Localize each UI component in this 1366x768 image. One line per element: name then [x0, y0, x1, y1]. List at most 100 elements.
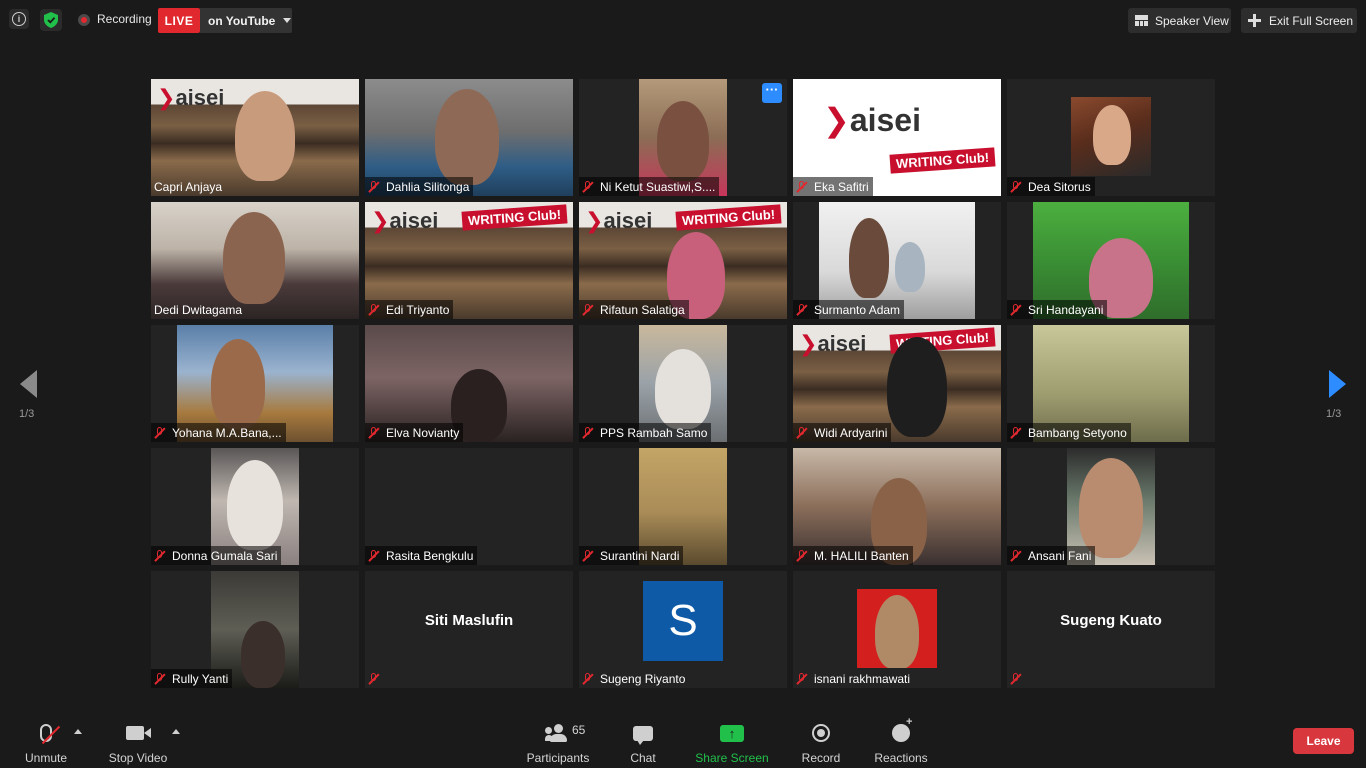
participant-name: PPS Rambah Samo	[600, 425, 708, 440]
gallery-grid: ❯aisei Capri Anjaya Dahlia Silitonga ···…	[151, 79, 1215, 688]
participant-tile[interactable]: ❯aisei WRITING Club! Edi Triyanto	[365, 202, 573, 319]
muted-mic-icon	[1010, 426, 1022, 439]
participant-tile-active-speaker[interactable]: Dedi Dwitagama	[151, 202, 359, 319]
security-button[interactable]	[40, 9, 62, 31]
participant-name-bar: Dedi Dwitagama	[151, 300, 246, 319]
video-options-caret-icon[interactable]	[172, 729, 180, 734]
participant-tile-no-video[interactable]: Sugeng Kuato	[1007, 571, 1215, 688]
speaker-view-button[interactable]: Speaker View	[1128, 8, 1231, 33]
participant-name: Donna Gumala Sari	[172, 548, 278, 563]
reactions-smiley-icon	[892, 716, 912, 745]
muted-mic-icon	[796, 426, 808, 439]
muted-mic-icon	[368, 303, 380, 316]
participant-tile[interactable]: M. HALILI Banten	[793, 448, 1001, 565]
participant-name-bar: Rully Yanti	[151, 669, 233, 688]
record-icon	[812, 721, 830, 745]
previous-page-arrow-icon[interactable]	[20, 370, 37, 398]
participant-name: isnani rakhmawati	[814, 671, 911, 686]
participant-tile[interactable]: Ansani Fani	[1007, 448, 1215, 565]
muted-mic-icon	[796, 303, 808, 316]
next-page-arrow-icon[interactable]	[1329, 370, 1346, 398]
participant-tile[interactable]: ❯aisei WRITING Club! Eka Safitri	[793, 79, 1001, 196]
unmute-label: Unmute	[24, 751, 68, 765]
participants-icon	[545, 721, 571, 745]
exit-full-screen-button[interactable]: Exit Full Screen	[1241, 8, 1357, 33]
participant-name: Surmanto Adam	[814, 302, 901, 317]
participant-name-bar: PPS Rambah Samo	[579, 423, 712, 442]
share-screen-icon: ↑	[720, 721, 744, 745]
participant-tile[interactable]: Donna Gumala Sari	[151, 448, 359, 565]
participant-name-bar: Yohana M.A.Bana,...	[151, 423, 286, 442]
participant-name: Rasita Bengkulu	[386, 548, 474, 563]
participant-name: Widi Ardyarini	[814, 425, 888, 440]
participant-name-bar: Donna Gumala Sari	[151, 546, 282, 565]
reactions-button[interactable]: Reactions	[870, 715, 932, 768]
participant-tile[interactable]: Yohana M.A.Bana,...	[151, 325, 359, 442]
participant-name-bar: Ni Ketut Suastiwi,S....	[579, 177, 720, 196]
live-stream-dropdown[interactable]: on YouTube	[200, 8, 292, 33]
aisei-logo: ❯aisei	[823, 102, 921, 138]
participant-name: Elva Novianty	[386, 425, 460, 440]
participant-name-bar: Sri Handayani	[1007, 300, 1108, 319]
live-platform-label: on YouTube	[208, 13, 276, 28]
participant-tile-no-video[interactable]: S Sugeng Riyanto	[579, 571, 787, 688]
record-button[interactable]: Record	[798, 715, 844, 768]
muted-mic-icon	[368, 549, 380, 562]
participant-name-bar: Bambang Setyono	[1007, 423, 1131, 442]
reactions-label: Reactions	[874, 751, 928, 765]
participant-tile[interactable]: Surantini Nardi	[579, 448, 787, 565]
meeting-info-button[interactable]: i	[9, 9, 29, 29]
participant-name-bar: M. HALILI Banten	[793, 546, 913, 565]
participants-label: Participants	[526, 751, 590, 765]
share-screen-button[interactable]: ↑ Share Screen	[694, 715, 770, 768]
unmute-button[interactable]: Unmute	[20, 715, 72, 768]
speaker-view-label: Speaker View	[1155, 13, 1229, 28]
aisei-logo: ❯aisei	[157, 85, 225, 110]
participant-tile-no-video[interactable]: Siti Maslufin	[365, 571, 573, 688]
chat-button[interactable]: Chat	[620, 715, 666, 768]
participant-tile[interactable]: PPS Rambah Samo	[579, 325, 787, 442]
participant-tile[interactable]: ❯aisei WRITING Club! Rifatun Salatiga	[579, 202, 787, 319]
participant-tile[interactable]: Dea Sitorus	[1007, 79, 1215, 196]
participant-name-bar: Surantini Nardi	[579, 546, 684, 565]
aisei-logo: ❯aisei	[585, 208, 653, 233]
participant-name: Sri Handayani	[1028, 302, 1104, 317]
participant-tile[interactable]: ··· Ni Ketut Suastiwi,S....	[579, 79, 787, 196]
share-screen-label: Share Screen	[695, 751, 769, 765]
meeting-topbar: i Recording LIVE on YouTube Speaker View…	[0, 0, 1366, 42]
participant-name-bar: Rasita Bengkulu	[365, 546, 478, 565]
participant-name: Bambang Setyono	[1028, 425, 1127, 440]
participant-tile[interactable]: isnani rakhmawati	[793, 571, 1001, 688]
participant-name: Ansani Fani	[1028, 548, 1092, 563]
participant-name-bar: Ansani Fani	[1007, 546, 1096, 565]
stop-video-label: Stop Video	[108, 751, 168, 765]
leave-meeting-button[interactable]: Leave	[1293, 728, 1354, 754]
participant-name-bar	[1007, 669, 1032, 688]
aisei-logo: ❯aisei	[371, 208, 439, 233]
participant-name-bar: Capri Anjaya	[151, 177, 226, 196]
participant-tile[interactable]: Elva Novianty	[365, 325, 573, 442]
participant-name-bar	[365, 669, 390, 688]
participant-name: Edi Triyanto	[386, 302, 450, 317]
recording-label: Recording	[97, 12, 152, 26]
participant-tile[interactable]: Sri Handayani	[1007, 202, 1215, 319]
participant-tile[interactable]: Rully Yanti	[151, 571, 359, 688]
participant-display-name: Siti Maslufin	[424, 612, 514, 629]
participant-tile[interactable]: Surmanto Adam	[793, 202, 1001, 319]
participant-tile[interactable]: Bambang Setyono	[1007, 325, 1215, 442]
audio-options-caret-icon[interactable]	[74, 729, 82, 734]
participant-name: Dahlia Silitonga	[386, 179, 470, 194]
participant-name: Dedi Dwitagama	[154, 302, 243, 317]
participant-tile[interactable]: Rasita Bengkulu	[365, 448, 573, 565]
shield-icon	[44, 12, 58, 28]
participant-name-bar: isnani rakhmawati	[793, 669, 914, 688]
more-options-button[interactable]: ···	[762, 83, 782, 103]
participant-tile[interactable]: ❯aisei Capri Anjaya	[151, 79, 359, 196]
meeting-toolbar: Unmute Stop Video Participants 65 Chat ↑…	[0, 715, 1366, 768]
participant-tile[interactable]: ❯aisei WRITING Club! Widi Ardyarini	[793, 325, 1001, 442]
participant-tile[interactable]: Dahlia Silitonga	[365, 79, 573, 196]
muted-mic-icon	[1010, 180, 1022, 193]
participant-name-bar: Widi Ardyarini	[793, 423, 892, 442]
video-camera-icon	[126, 721, 151, 745]
stop-video-button[interactable]: Stop Video	[106, 715, 170, 768]
